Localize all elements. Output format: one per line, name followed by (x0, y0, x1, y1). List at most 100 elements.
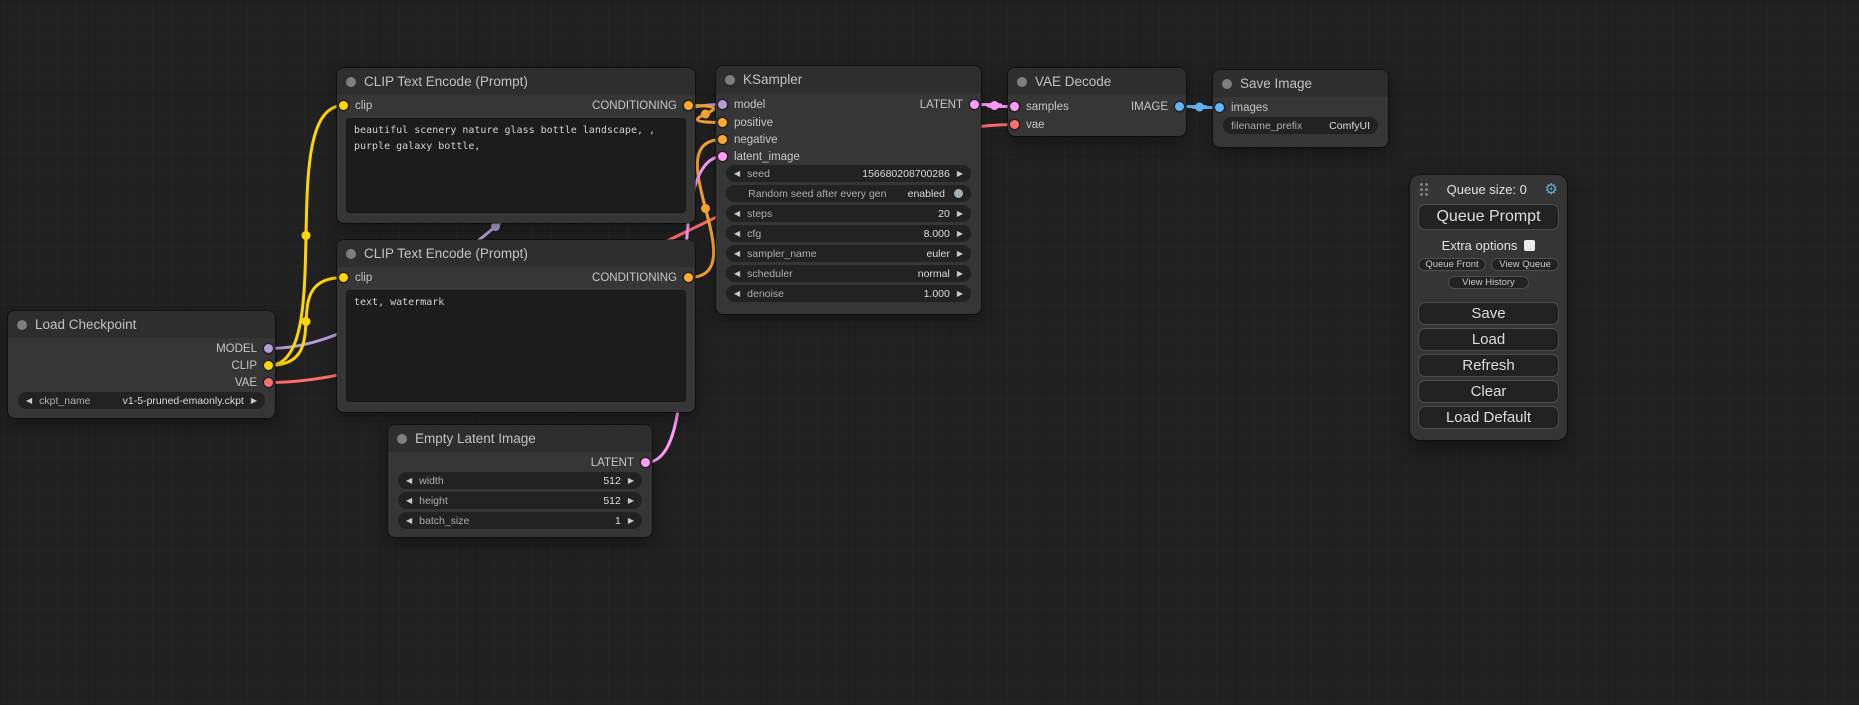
increment-arrow-icon[interactable]: ▶ (628, 477, 634, 485)
decrement-arrow-icon[interactable]: ◀ (734, 270, 740, 278)
link-midpoint-dot (701, 110, 710, 119)
widget-label: steps (747, 208, 772, 220)
collapse-dot-icon[interactable] (397, 434, 407, 444)
negative-input-port[interactable] (718, 135, 727, 144)
decrement-arrow-icon[interactable]: ◀ (734, 210, 740, 218)
queue-front-button[interactable]: Queue Front (1418, 258, 1486, 271)
node-title-bar[interactable]: CLIP Text Encode (Prompt) (337, 68, 695, 95)
steps-widget[interactable]: ◀ steps 20 ▶ (726, 205, 971, 222)
vae-input-port[interactable] (1010, 120, 1019, 129)
widget-value: 512 (603, 475, 621, 487)
denoise-widget[interactable]: ◀ denoise 1.000 ▶ (726, 285, 971, 302)
collapse-dot-icon[interactable] (346, 249, 356, 259)
samples-input-port[interactable] (1010, 102, 1019, 111)
conditioning-output-port[interactable] (684, 101, 693, 110)
decrement-arrow-icon[interactable]: ◀ (26, 397, 32, 405)
link-midpoint-dot (302, 231, 311, 240)
node-clip-text-encode-positive[interactable]: CLIP Text Encode (Prompt) clip CONDITION… (337, 68, 695, 223)
decrement-arrow-icon[interactable]: ◀ (406, 477, 412, 485)
collapse-dot-icon[interactable] (346, 77, 356, 87)
collapse-dot-icon[interactable] (17, 320, 27, 330)
latent-output-port[interactable] (641, 458, 650, 467)
node-empty-latent-image[interactable]: Empty Latent Image LATENT ◀ width 512 ▶ … (388, 425, 652, 537)
increment-arrow-icon[interactable]: ▶ (957, 290, 963, 298)
scheduler-widget[interactable]: ◀ scheduler normal ▶ (726, 265, 971, 282)
queue-prompt-button[interactable]: Queue Prompt (1418, 204, 1559, 230)
decrement-arrow-icon[interactable]: ◀ (734, 250, 740, 258)
widget-value: 1 (615, 515, 621, 527)
latent-output-port[interactable] (970, 100, 979, 109)
load-default-button[interactable]: Load Default (1418, 406, 1559, 429)
node-title-bar[interactable]: KSampler (716, 66, 981, 93)
batch-size-widget[interactable]: ◀ batch_size 1 ▶ (398, 512, 642, 529)
collapse-dot-icon[interactable] (1222, 79, 1232, 89)
increment-arrow-icon[interactable]: ▶ (251, 397, 257, 405)
refresh-button[interactable]: Refresh (1418, 354, 1559, 377)
collapse-dot-icon[interactable] (725, 75, 735, 85)
widget-label: height (419, 495, 448, 507)
increment-arrow-icon[interactable]: ▶ (957, 170, 963, 178)
latent-image-input-port[interactable] (718, 152, 727, 161)
increment-arrow-icon[interactable]: ▶ (957, 270, 963, 278)
settings-gear-icon[interactable]: ⚙ (1545, 182, 1558, 197)
node-title-bar[interactable]: Load Checkpoint (8, 311, 275, 338)
model-input-port[interactable] (718, 100, 727, 109)
width-widget[interactable]: ◀ width 512 ▶ (398, 472, 642, 489)
increment-arrow-icon[interactable]: ▶ (957, 250, 963, 258)
increment-arrow-icon[interactable]: ▶ (957, 230, 963, 238)
images-input-port[interactable] (1215, 103, 1224, 112)
prompt-textarea[interactable]: text, watermark (346, 290, 686, 402)
node-title-bar[interactable]: VAE Decode (1008, 68, 1186, 95)
decrement-arrow-icon[interactable]: ◀ (734, 290, 740, 298)
link-midpoint-dot (302, 317, 311, 326)
decrement-arrow-icon[interactable]: ◀ (406, 517, 412, 525)
node-title: VAE Decode (1035, 74, 1111, 89)
seed-widget[interactable]: ◀ seed 156680208700286 ▶ (726, 165, 971, 182)
view-history-button[interactable]: View History (1448, 276, 1530, 289)
positive-input-port[interactable] (718, 118, 727, 127)
sampler-name-widget[interactable]: ◀ sampler_name euler ▶ (726, 245, 971, 262)
node-title-bar[interactable]: Empty Latent Image (388, 425, 652, 452)
node-save-image[interactable]: Save Image images filename_prefix ComfyU… (1213, 70, 1388, 147)
increment-arrow-icon[interactable]: ▶ (957, 210, 963, 218)
node-title: CLIP Text Encode (Prompt) (364, 246, 528, 261)
decrement-arrow-icon[interactable]: ◀ (734, 230, 740, 238)
link-midpoint-dot (701, 204, 710, 213)
clip-input-port[interactable] (339, 101, 348, 110)
extra-options-checkbox[interactable] (1524, 240, 1535, 251)
increment-arrow-icon[interactable]: ▶ (628, 517, 634, 525)
ckpt-name-widget[interactable]: ◀ ckpt_name v1-5-pruned-emaonly.ckpt ▶ (18, 392, 265, 409)
increment-arrow-icon[interactable]: ▶ (628, 497, 634, 505)
widget-label: seed (747, 168, 770, 180)
prompt-textarea[interactable]: beautiful scenery nature glass bottle la… (346, 118, 686, 213)
filename-prefix-widget[interactable]: filename_prefix ComfyUI (1223, 117, 1378, 134)
node-title-bar[interactable]: Save Image (1213, 70, 1388, 97)
height-widget[interactable]: ◀ height 512 ▶ (398, 492, 642, 509)
link-midpoint-dot (990, 101, 999, 110)
node-vae-decode[interactable]: VAE Decode samples vae IMAGE (1008, 68, 1186, 136)
node-clip-text-encode-negative[interactable]: CLIP Text Encode (Prompt) clip CONDITION… (337, 240, 695, 412)
random-seed-toggle-widget[interactable]: Random seed after every gen enabled (726, 185, 971, 202)
decrement-arrow-icon[interactable]: ◀ (734, 170, 740, 178)
load-button[interactable]: Load (1418, 328, 1559, 351)
node-ksampler[interactable]: KSampler model positive negative latent_… (716, 66, 981, 314)
vae-output-port[interactable] (264, 378, 273, 387)
view-queue-button[interactable]: View Queue (1491, 258, 1559, 271)
conditioning-output-port[interactable] (684, 273, 693, 282)
node-graph-canvas[interactable]: Load Checkpoint MODEL CLIP VAE ◀ ckpt_na… (0, 0, 1859, 705)
decrement-arrow-icon[interactable]: ◀ (406, 497, 412, 505)
clip-output-port[interactable] (264, 361, 273, 370)
drag-handle[interactable] (1419, 182, 1429, 197)
input-slot-vae: vae (1010, 117, 1045, 132)
clip-input-port[interactable] (339, 273, 348, 282)
node-title: Empty Latent Image (415, 431, 536, 446)
image-output-port[interactable] (1175, 102, 1184, 111)
collapse-dot-icon[interactable] (1017, 77, 1027, 87)
node-load-checkpoint[interactable]: Load Checkpoint MODEL CLIP VAE ◀ ckpt_na… (8, 311, 275, 418)
clear-button[interactable]: Clear (1418, 380, 1559, 403)
model-output-port[interactable] (264, 344, 273, 353)
node-title-bar[interactable]: CLIP Text Encode (Prompt) (337, 240, 695, 267)
save-button[interactable]: Save (1418, 302, 1559, 325)
cfg-widget[interactable]: ◀ cfg 8.000 ▶ (726, 225, 971, 242)
queue-panel: Queue size: 0 ⚙ Queue Prompt Extra optio… (1410, 175, 1567, 440)
